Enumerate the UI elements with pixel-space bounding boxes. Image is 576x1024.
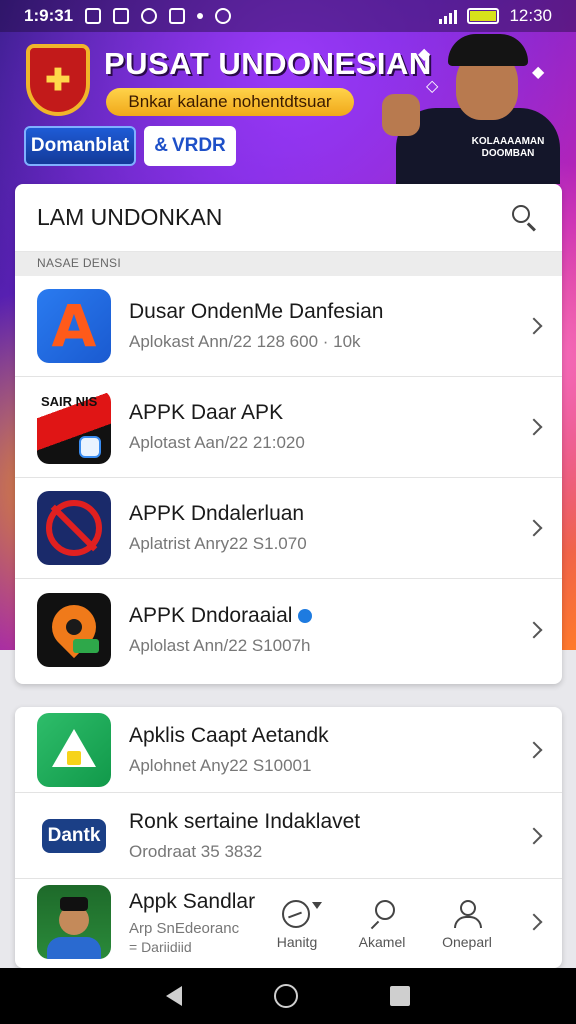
- list-item[interactable]: APPK Dndoraaial Aplolast Ann/22 S1007h: [15, 579, 562, 680]
- search-icon[interactable]: [510, 203, 540, 233]
- app-icon-person: [37, 885, 111, 959]
- tab-label: Hanitg: [276, 934, 318, 950]
- settings-icon: [215, 8, 232, 24]
- list-item-subtitle: Orodraat 35 3832: [129, 841, 263, 861]
- tab-oneparl[interactable]: Oneparl: [432, 898, 502, 964]
- status-time: 1:9:31: [24, 6, 74, 25]
- wifi-icon: [141, 8, 158, 24]
- search-title: LAM UNDONKAN: [37, 204, 223, 230]
- chevron-right-icon: [525, 913, 543, 931]
- promo-banner[interactable]: ✚ PUSAT UNDONESIAN Bnkar kalane nohentdt…: [0, 32, 576, 184]
- shirt-text: KOLAAAAMAN DOOMBAN: [471, 136, 545, 159]
- list-item-title: APPK Daar APK: [129, 401, 284, 424]
- list-item-subtitle: Aplotast Aan/22 21:020: [129, 433, 305, 452]
- gallery-icon: [85, 8, 102, 24]
- tab-akamel[interactable]: Akamel: [347, 898, 417, 964]
- emblem-icon: ✚: [26, 44, 90, 116]
- list-item-title: Dusar OndenMe Danfesian: [129, 300, 384, 323]
- chevron-right-icon: [525, 418, 543, 436]
- sparkle-icon: ◆: [532, 64, 545, 81]
- status-bar: 1:9:31 12:30: [0, 0, 576, 32]
- list-item[interactable]: A Dusar OndenMe Danfesian Aplokast Ann/2…: [15, 276, 562, 377]
- app-icon-flag: SAIR NIS: [37, 390, 111, 464]
- app-list-card: LAM UNDONKAN NASAE DENSI A Dusar OndenMe…: [15, 184, 562, 684]
- home-icon[interactable]: [274, 984, 298, 1008]
- system-nav-bar: [0, 968, 576, 1024]
- banner-person-image: KOLAAAAMAN DOOMBAN ◆ ◇ ◆: [382, 32, 562, 184]
- app-icon-prohibited: [37, 491, 111, 565]
- list-item-subtitle: Aplolast Ann/22 S1007h: [129, 635, 311, 655]
- profile-icon: [452, 898, 482, 928]
- secondary-button[interactable]: & VRDR: [144, 126, 236, 166]
- list-item[interactable]: Apklis Caapt Aetandk Aplohnet Any22 S100…: [15, 707, 562, 793]
- chevron-right-icon: [525, 827, 543, 844]
- download-button[interactable]: Domanblat: [24, 126, 136, 166]
- app-icon-chat: Dantk: [37, 798, 111, 873]
- list-item-subtitle: Aplatrist Anry22 S1.070: [129, 534, 307, 553]
- list-item[interactable]: Dantk Ronk sertaine Indaklavet Orodraat …: [15, 793, 562, 879]
- app-icon-a: A: [37, 289, 111, 363]
- recents-icon[interactable]: [390, 986, 410, 1006]
- signal-icon: [439, 8, 458, 24]
- list-item-title: APPK Dndalerluan: [129, 502, 305, 525]
- tab-label: Oneparl: [442, 934, 492, 950]
- list-item-title: APPK Dndoraaial: [129, 604, 518, 628]
- battery-icon: [467, 8, 500, 24]
- list-item[interactable]: APPK Dndalerluan Aplatrist Anry22 S1.070: [15, 478, 562, 579]
- app-icon-drive: [37, 712, 111, 787]
- list-item-subtitle: Aplohnet Any22 S10001: [129, 755, 312, 775]
- verified-icon: [298, 608, 313, 623]
- list-item[interactable]: SAIR NIS APPK Daar APK Aplotast Aan/22 2…: [15, 377, 562, 478]
- banner-tagline: Bnkar kalane nohentdtsuar: [106, 88, 354, 116]
- list-item-subtitle: Aplokast Ann/22 128 600 · 10k: [129, 332, 361, 351]
- dot-icon: [197, 13, 204, 19]
- sparkle-icon: ◆: [418, 46, 431, 63]
- clock-icon: [282, 898, 322, 928]
- section-label: NASAE DENSI: [15, 252, 562, 276]
- clipboard-icon: [113, 8, 130, 24]
- chevron-right-icon: [525, 741, 543, 758]
- link-icon: &: [154, 135, 168, 156]
- app-icon-pin: [37, 592, 111, 667]
- tab-label: Akamel: [358, 934, 406, 950]
- sparkle-icon: ◇: [426, 78, 439, 95]
- chevron-right-icon: [525, 621, 543, 638]
- back-icon[interactable]: [166, 986, 182, 1006]
- tab-hanitg[interactable]: Hanitg: [262, 898, 332, 964]
- shield-icon: [169, 8, 186, 24]
- status-clock: 12:30: [509, 6, 552, 25]
- chevron-right-icon: [525, 317, 543, 335]
- list-item-title: Apklis Caapt Aetandk: [129, 723, 329, 747]
- search-bar[interactable]: LAM UNDONKAN: [15, 184, 562, 252]
- tab-bar: Hanitg Akamel Oneparl: [262, 898, 502, 964]
- list-item-title: Ronk sertaine Indaklavet: [129, 809, 361, 833]
- search-icon: [367, 898, 397, 930]
- chevron-right-icon: [525, 519, 543, 537]
- secondary-button-label: VRDR: [171, 135, 226, 156]
